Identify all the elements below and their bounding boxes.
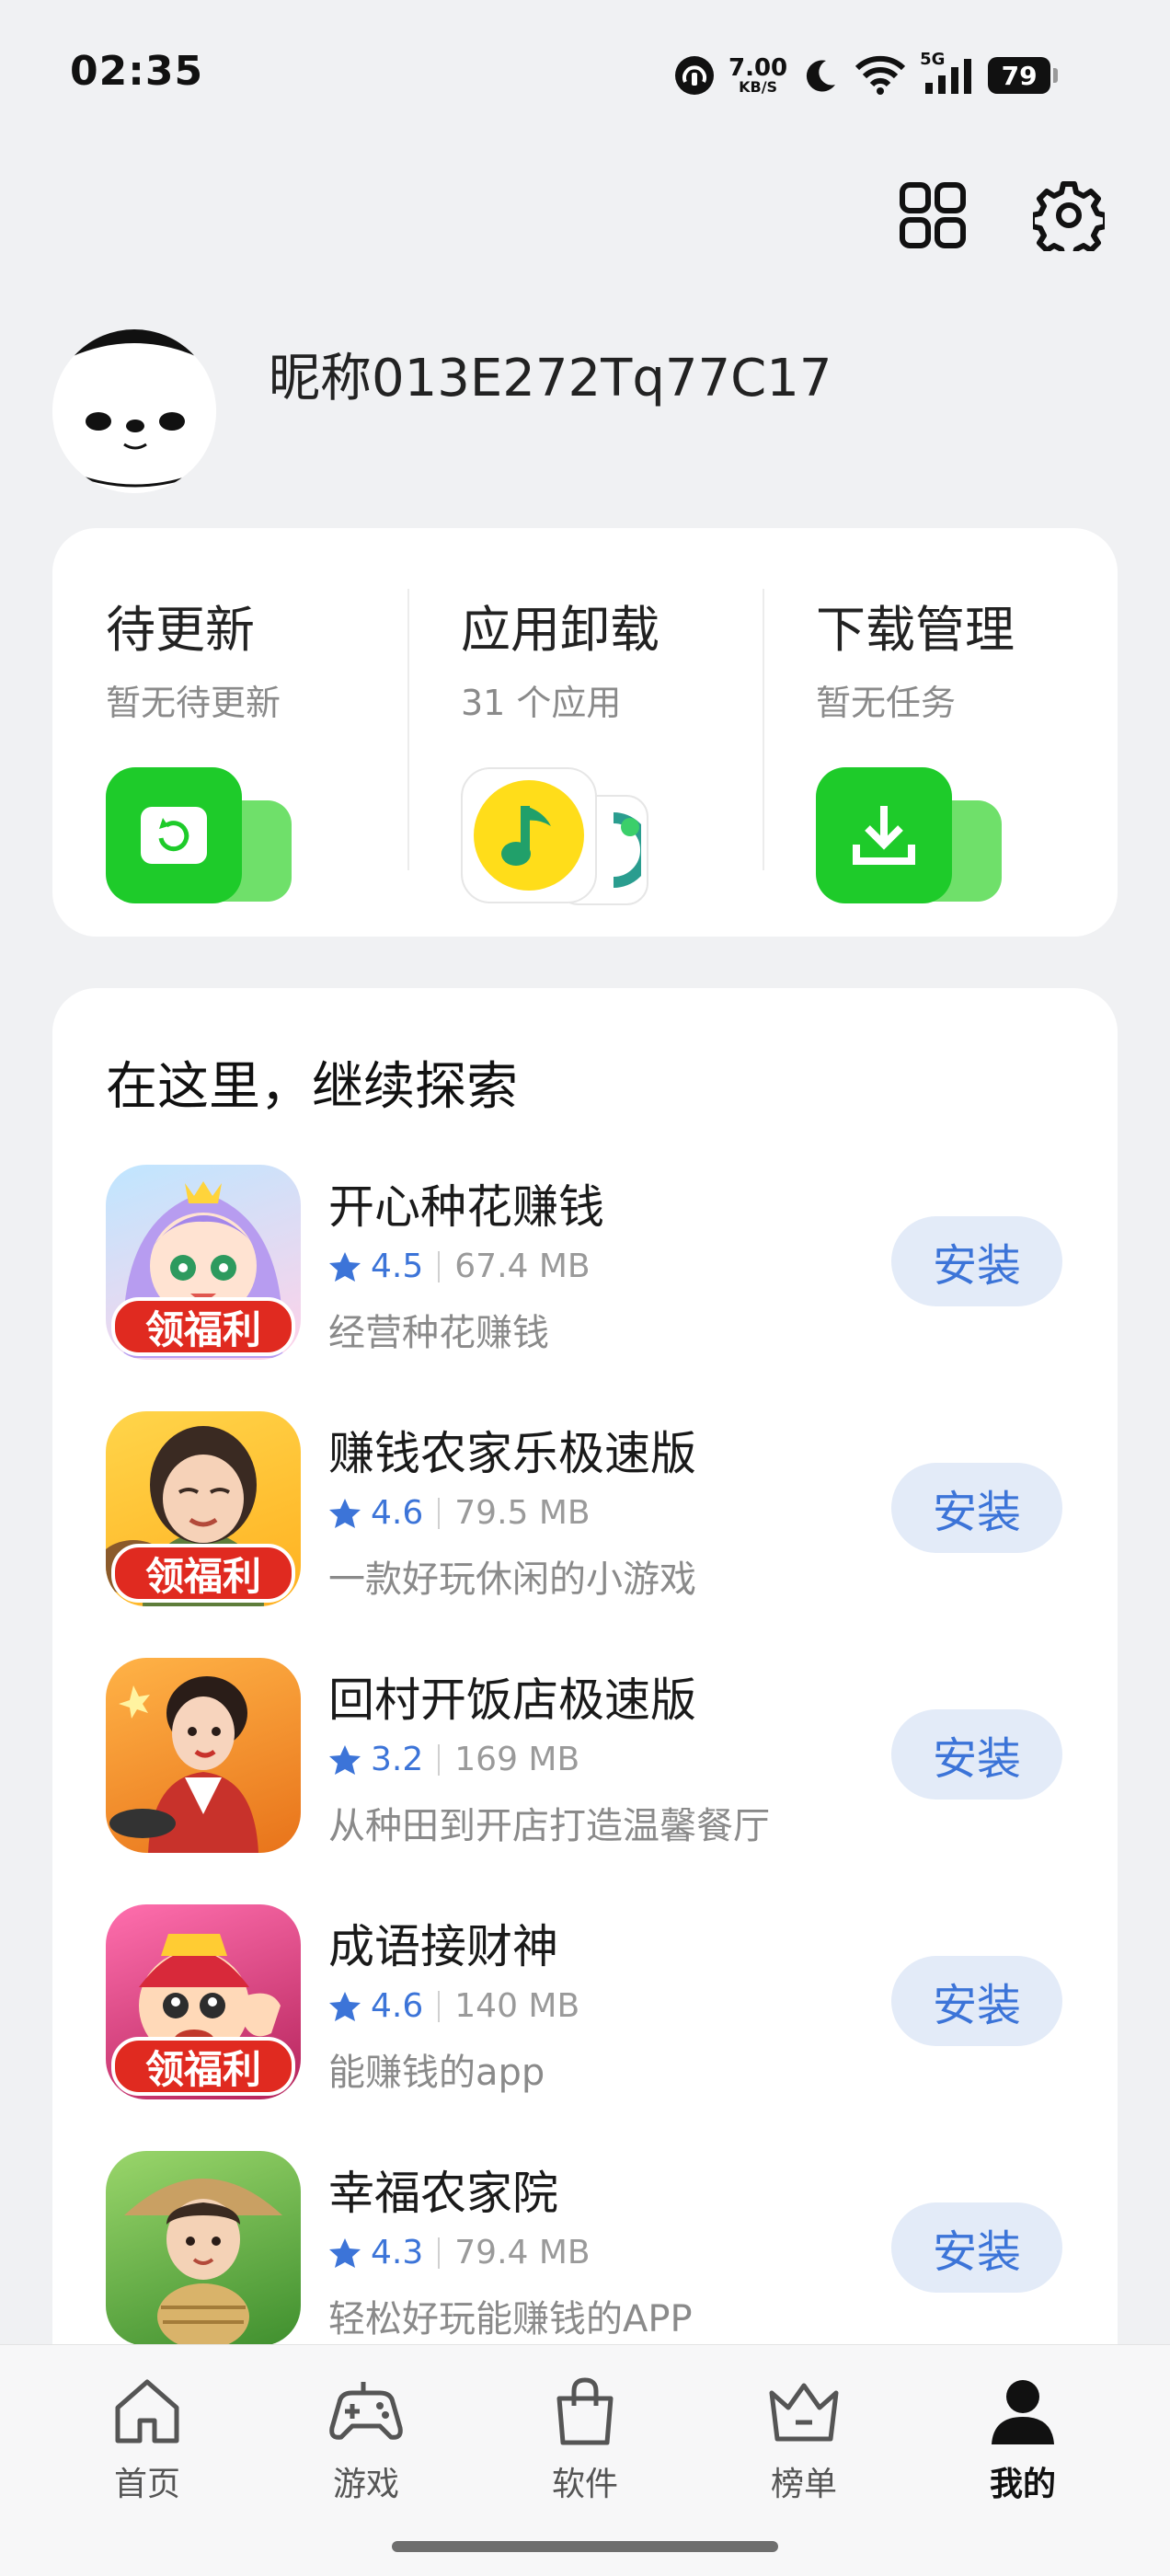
app-icon bbox=[106, 2151, 301, 2346]
signal-type-label: 5G bbox=[920, 50, 946, 69]
nav-games[interactable]: 游戏 bbox=[292, 2375, 440, 2505]
person-icon bbox=[992, 2380, 1054, 2444]
crown-icon bbox=[769, 2383, 839, 2442]
app-name: 幸福农家院 bbox=[328, 2167, 558, 2220]
hotspot-icon bbox=[673, 54, 716, 97]
moon-icon bbox=[800, 55, 841, 96]
download-icon bbox=[816, 767, 1009, 905]
app-list-item[interactable]: 领福利 开心种花赚钱 4.5 67.4 MB 经营种花赚钱 安装 bbox=[106, 1165, 1062, 1367]
app-icon: 领福利 bbox=[106, 1411, 301, 1606]
app-size: 140 MB bbox=[454, 1987, 580, 2025]
status-icons: 7.00 KB/S 5G 79 bbox=[673, 48, 1059, 103]
nav-software[interactable]: 软件 bbox=[511, 2375, 659, 2505]
app-rating: 4.3 bbox=[371, 2234, 424, 2271]
app-description: 轻松好玩能赚钱的APP bbox=[328, 2298, 693, 2340]
app-size: 79.4 MB bbox=[454, 2234, 591, 2271]
grid-icon bbox=[900, 182, 966, 248]
meta-separator bbox=[438, 2237, 441, 2269]
install-button[interactable]: 安装 bbox=[891, 1216, 1062, 1306]
divider bbox=[763, 589, 764, 870]
welfare-badge: 领福利 bbox=[111, 1297, 295, 1356]
app-meta: 4.6 140 MB bbox=[328, 1987, 579, 2025]
app-name: 赚钱农家乐极速版 bbox=[328, 1427, 696, 1480]
meta-separator bbox=[438, 1250, 441, 1282]
app-size: 79.5 MB bbox=[454, 1494, 591, 1532]
status-time: 02:35 bbox=[70, 48, 204, 95]
meta-separator bbox=[438, 1497, 441, 1529]
install-button[interactable]: 安装 bbox=[891, 1956, 1062, 2046]
home-icon bbox=[115, 2379, 179, 2444]
nav-home-label: 首页 bbox=[113, 2466, 180, 2503]
quick-actions-card: 待更新 暂无待更新 应用卸载 31 个应用 下载管理 暂无任务 bbox=[52, 528, 1118, 937]
app-rating: 4.6 bbox=[371, 1987, 424, 2025]
app-list-item[interactable]: 幸福农家院 4.3 79.4 MB 轻松好玩能赚钱的APP 安装 bbox=[106, 2151, 1062, 2353]
panda-avatar-icon bbox=[52, 329, 216, 493]
app-size: 169 MB bbox=[454, 1741, 580, 1778]
battery-indicator: 79 bbox=[988, 57, 1059, 94]
download-manager-title: 下载管理 bbox=[816, 601, 1015, 659]
wifi-icon bbox=[854, 55, 907, 96]
nav-mine-label: 我的 bbox=[989, 2466, 1056, 2503]
download-manager-item[interactable]: 下载管理 暂无任务 bbox=[816, 589, 1170, 905]
app-name: 成语接财神 bbox=[328, 1920, 558, 1973]
welfare-badge: 领福利 bbox=[111, 1544, 295, 1603]
app-list-item[interactable]: 回村开饭店极速版 3.2 169 MB 从种田到开店打造温馨餐厅 安装 bbox=[106, 1658, 1062, 1860]
explore-title: 在这里，继续探索 bbox=[106, 1057, 518, 1117]
app-meta: 3.2 169 MB bbox=[328, 1741, 579, 1778]
star-icon bbox=[329, 2237, 361, 2268]
welfare-badge: 领福利 bbox=[111, 2037, 295, 2096]
gamepad-icon bbox=[329, 2382, 403, 2440]
app-rating: 4.6 bbox=[371, 1494, 424, 1532]
nav-home[interactable]: 首页 bbox=[74, 2375, 221, 2505]
explore-card: 在这里，继续探索 领福利 开心种花赚钱 4.5 67.4 MB 经营种花赚钱 安… bbox=[52, 988, 1118, 2576]
nav-games-label: 游戏 bbox=[332, 2466, 399, 2503]
app-name: 开心种花赚钱 bbox=[328, 1180, 604, 1234]
avatar[interactable] bbox=[52, 329, 216, 493]
nickname[interactable]: 昵称013E272Tq77C17 bbox=[269, 337, 832, 411]
app-rating: 4.5 bbox=[371, 1248, 424, 1285]
nav-mine[interactable]: 我的 bbox=[949, 2375, 1096, 2505]
app-icon: 领福利 bbox=[106, 1904, 301, 2099]
install-button[interactable]: 安装 bbox=[891, 1709, 1062, 1800]
update-icon bbox=[106, 767, 299, 905]
download-manager-subtitle: 暂无任务 bbox=[816, 683, 957, 723]
app-description: 经营种花赚钱 bbox=[328, 1312, 549, 1354]
home-indicator[interactable] bbox=[392, 2541, 778, 2552]
install-button[interactable]: 安装 bbox=[891, 1463, 1062, 1553]
cellular-signal-icon: 5G bbox=[920, 50, 975, 96]
apps-grid-button[interactable] bbox=[894, 177, 971, 254]
app-meta: 4.5 67.4 MB bbox=[328, 1248, 591, 1285]
app-meta: 4.3 79.4 MB bbox=[328, 2234, 591, 2271]
app-description: 一款好玩休闲的小游戏 bbox=[328, 1558, 696, 1601]
divider bbox=[407, 589, 409, 870]
star-icon bbox=[329, 1991, 361, 2021]
app-list-item[interactable]: 领福利 赚钱农家乐极速版 4.6 79.5 MB 一款好玩休闲的小游戏 安装 bbox=[106, 1411, 1062, 1614]
app-list-item[interactable]: 领福利 成语接财神 4.6 140 MB 能赚钱的app 安装 bbox=[106, 1904, 1062, 2107]
install-button[interactable]: 安装 bbox=[891, 2202, 1062, 2293]
star-icon bbox=[329, 1251, 361, 1282]
star-icon bbox=[329, 1744, 361, 1775]
net-speed: 7.00 KB/S bbox=[728, 54, 788, 96]
gear-icon bbox=[1033, 181, 1105, 251]
meta-separator bbox=[438, 1990, 441, 2022]
app-icon: 领福利 bbox=[106, 1165, 301, 1360]
star-icon bbox=[329, 1498, 361, 1528]
app-rating: 3.2 bbox=[371, 1741, 424, 1778]
app-description: 能赚钱的app bbox=[328, 2052, 545, 2094]
shopping-bag-icon bbox=[556, 2377, 614, 2445]
app-icon bbox=[106, 1658, 301, 1853]
nav-software-label: 软件 bbox=[551, 2466, 618, 2503]
app-meta: 4.6 79.5 MB bbox=[328, 1494, 591, 1532]
nav-rankings[interactable]: 榜单 bbox=[730, 2375, 878, 2505]
settings-button[interactable] bbox=[1030, 177, 1107, 254]
installed-apps-icon bbox=[461, 767, 654, 905]
app-name: 回村开饭店极速版 bbox=[328, 1673, 696, 1727]
nav-rankings-label: 榜单 bbox=[770, 2466, 837, 2503]
app-size: 67.4 MB bbox=[454, 1248, 591, 1285]
app-description: 从种田到开店打造温馨餐厅 bbox=[328, 1805, 770, 1847]
meta-separator bbox=[438, 1743, 441, 1776]
